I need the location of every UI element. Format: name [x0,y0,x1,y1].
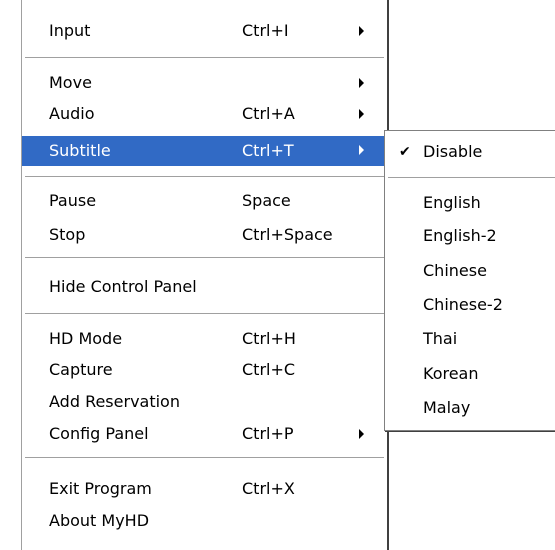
menu-item-move[interactable]: Move [22,69,387,97]
submenu-item-chinese[interactable]: Chinese [385,257,555,285]
subtitle-submenu: ✔ Disable English English-2 Chinese Chin… [384,130,555,431]
checkmark-icon: ✔ [399,144,411,160]
submenu-item-label: Thai [423,329,458,348]
menu-item-shortcut: Ctrl+P [242,424,294,443]
submenu-arrow-icon [359,109,364,119]
submenu-item-label: Malay [423,398,471,417]
menu-item-shortcut: Ctrl+C [242,360,296,379]
menu-item-exit-program[interactable]: Exit Program Ctrl+X [22,475,387,503]
menu-item-shortcut: Ctrl+A [242,104,295,123]
menu-item-label: Exit Program [49,479,152,498]
menu-item-stop[interactable]: Stop Ctrl+Space [22,221,387,249]
submenu-item-thai[interactable]: Thai [385,325,555,353]
menu-item-label: Input [49,21,91,40]
menu-item-capture[interactable]: Capture Ctrl+C [22,356,387,384]
menu-item-label: Add Reservation [49,392,180,411]
submenu-item-label: English [423,193,481,212]
menu-item-shortcut: Space [242,191,291,210]
submenu-item-label: Korean [423,364,479,383]
submenu-item-disable[interactable]: ✔ Disable [385,138,555,166]
menu-item-input[interactable]: Input Ctrl+I [22,17,387,45]
submenu-item-label: Disable [423,142,483,161]
menu-separator [25,257,384,258]
submenu-item-korean[interactable]: Korean [385,360,555,388]
submenu-item-label: Chinese [423,261,487,280]
submenu-item-label: Chinese-2 [423,295,503,314]
menu-item-add-reservation[interactable]: Add Reservation [22,388,387,416]
menu-separator [25,457,384,458]
submenu-item-label: English-2 [423,226,497,245]
menu-item-label: Subtitle [49,141,111,160]
menu-separator [25,57,384,58]
menu-separator [388,177,555,178]
submenu-arrow-icon [359,429,364,439]
menu-item-hd-mode[interactable]: HD Mode Ctrl+H [22,325,387,353]
menu-item-audio[interactable]: Audio Ctrl+A [22,100,387,128]
submenu-arrow-icon [359,78,364,88]
menu-item-label: Stop [49,225,86,244]
menu-separator [25,313,384,314]
menu-item-label: Capture [49,360,113,379]
submenu-item-chinese-2[interactable]: Chinese-2 [385,291,555,319]
menu-item-config-panel[interactable]: Config Panel Ctrl+P [22,420,387,448]
menu-item-label: About MyHD [49,511,150,530]
menu-item-label: HD Mode [49,329,123,348]
submenu-item-english-2[interactable]: English-2 [385,222,555,250]
submenu-arrow-icon [359,145,364,155]
menu-item-pause[interactable]: Pause Space [22,187,387,215]
menu-item-shortcut: Ctrl+I [242,21,289,40]
menu-item-shortcut: Ctrl+H [242,329,296,348]
menu-item-label: Hide Control Panel [49,277,197,296]
menu-item-label: Config Panel [49,424,149,443]
submenu-item-malay[interactable]: Malay [385,394,555,422]
context-menu: Input Ctrl+I Move Audio Ctrl+A Subtitle … [21,0,389,550]
menu-item-subtitle[interactable]: Subtitle Ctrl+T [22,136,387,166]
menu-separator [25,176,384,177]
menu-item-label: Audio [49,104,95,123]
menu-item-hide-control-panel[interactable]: Hide Control Panel [22,273,387,301]
menu-item-shortcut: Ctrl+T [242,141,294,160]
menu-item-about-myhd[interactable]: About MyHD [22,507,387,535]
menu-item-shortcut: Ctrl+X [242,479,295,498]
menu-item-label: Pause [49,191,97,210]
submenu-item-english[interactable]: English [385,189,555,217]
submenu-arrow-icon [359,26,364,36]
menu-item-shortcut: Ctrl+Space [242,225,333,244]
menu-item-label: Move [49,73,92,92]
